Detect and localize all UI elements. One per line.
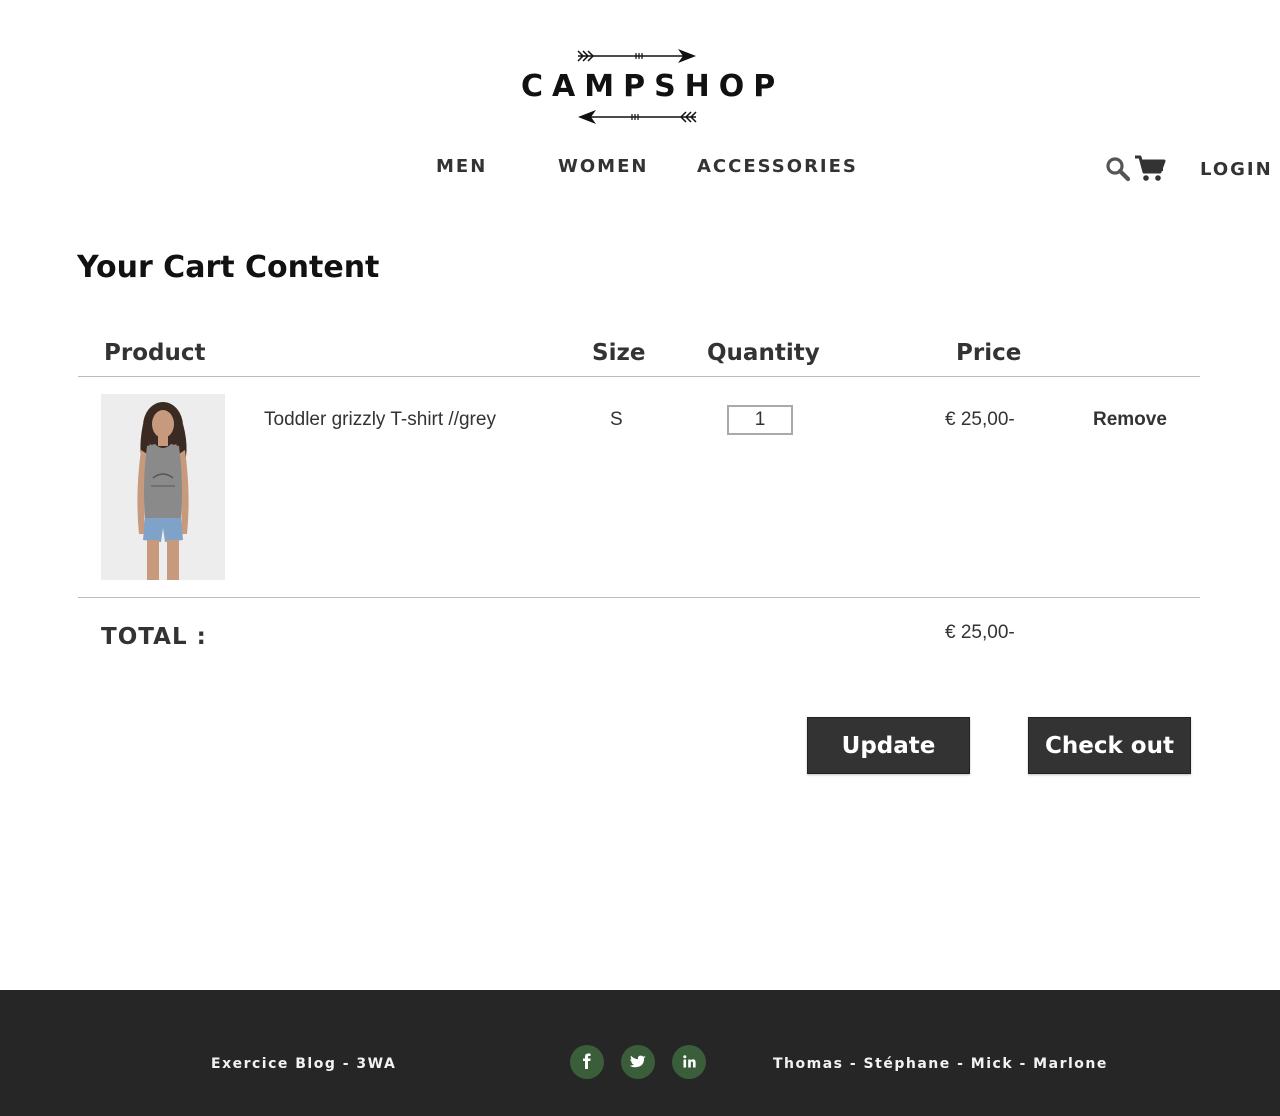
campshop-logo[interactable]: CAMPSHOP (512, 46, 785, 128)
product-image[interactable] (101, 394, 225, 580)
linkedin-icon[interactable] (672, 1045, 706, 1079)
column-header-quantity: Quantity (707, 340, 820, 366)
table-divider (78, 376, 1200, 377)
table-divider (78, 597, 1200, 598)
nav-item-men[interactable]: MEN (436, 154, 487, 180)
product-size: S (610, 409, 623, 430)
remove-item-link[interactable]: Remove (1093, 407, 1167, 433)
update-button[interactable]: Update (807, 717, 970, 774)
product-name[interactable]: Toddler grizzly T-shirt //grey (264, 407, 496, 433)
search-icon[interactable] (1105, 156, 1131, 182)
nav-item-women[interactable]: WOMEN (558, 154, 648, 180)
footer: Exercice Blog - 3WA Thomas - Stéphane - … (0, 990, 1280, 1116)
column-header-size: Size (592, 340, 646, 366)
column-header-price: Price (956, 340, 1022, 366)
footer-authors: Thomas - Stéphane - Mick - Marlone (773, 1056, 1108, 1072)
facebook-icon[interactable] (570, 1045, 604, 1079)
total-value: € 25,00- (945, 622, 1015, 643)
cart-icon[interactable] (1134, 154, 1166, 182)
checkout-button[interactable]: Check out (1028, 717, 1191, 774)
quantity-input[interactable] (727, 405, 793, 435)
page-title: Your Cart Content (77, 250, 380, 285)
column-header-product: Product (104, 340, 206, 366)
logo-text: CAMPSHOP (521, 69, 785, 104)
product-price: € 25,00- (945, 409, 1015, 430)
footer-credit: Exercice Blog - 3WA (211, 1056, 397, 1072)
twitter-icon[interactable] (621, 1045, 655, 1079)
total-label: TOTAL : (101, 624, 207, 650)
login-link[interactable]: LOGIN (1200, 157, 1273, 183)
nav-item-accessories[interactable]: ACCESSORIES (697, 154, 858, 180)
